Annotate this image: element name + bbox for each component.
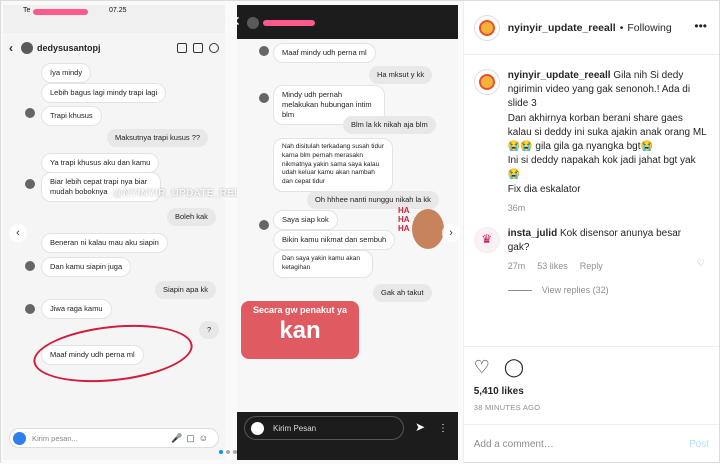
carousel-dot <box>233 450 237 454</box>
more-options-icon[interactable]: ⋮ <box>438 423 448 434</box>
status-label: Te <box>23 7 31 14</box>
left-chat-screenshot: Te 07.25 ‹ dedysusantopj Iya mindy Lebih… <box>3 5 225 460</box>
post-sidebar: nyinyir_update_reeall • Following ••• ny… <box>462 1 719 464</box>
avatar <box>259 46 269 56</box>
composer-placeholder: Kirim Pesan <box>273 423 317 433</box>
back-icon[interactable]: ‹ <box>9 41 13 55</box>
laughing-face-icon <box>412 209 444 249</box>
video-call-icon[interactable] <box>177 43 187 53</box>
post-header: nyinyir_update_reeall • Following <box>463 1 719 55</box>
sticker-line2: kan <box>279 317 321 344</box>
like-heart-icon[interactable]: ♡ <box>474 357 490 378</box>
avatar <box>25 304 35 314</box>
chat-message: Trapi khusus <box>41 106 102 127</box>
chat-message: Maksutnya trapi kusus ?? <box>107 129 209 148</box>
comment-bubble-icon[interactable]: ◯ <box>504 357 524 378</box>
instagram-post-window: Te 07.25 ‹ dedysusantopj Iya mindy Lebih… <box>0 0 720 464</box>
sticker-line1: Secara gw penakut ya <box>252 305 348 315</box>
chat-message: Maaf mindy udh perna ml <box>273 43 376 64</box>
post-button[interactable]: Post <box>689 439 709 450</box>
avatar[interactable] <box>473 14 500 41</box>
caption-username[interactable]: nyinyir_update_reeall <box>508 70 611 81</box>
post-actions: ♡ ◯ 5,410 likes 38 MINUTES AGO <box>463 346 719 412</box>
comment: ♛ insta_julid Kok disensor anunya besar … <box>464 213 719 255</box>
comment-meta: 27m 53 likes Reply <box>508 261 719 271</box>
redaction-mark <box>263 20 315 26</box>
post-media[interactable]: Te 07.25 ‹ dedysusantopj Iya mindy Lebih… <box>1 1 463 464</box>
chat-message: Gak ah takut <box>373 284 432 303</box>
reply-button[interactable]: Reply <box>580 261 603 271</box>
post-caption: nyinyir_update_reeall Gila nih Si dedy n… <box>464 55 719 197</box>
chat-message: Dan saya yakin kamu akan ketagihan <box>273 250 373 278</box>
chat-message: Lebih bagus lagi mindy trapi lagi <box>41 83 167 104</box>
chat-message: Siapin apa kk <box>155 281 217 300</box>
chat-message: Boleh kak <box>167 208 216 227</box>
info-icon[interactable] <box>209 43 219 53</box>
next-slide-icon[interactable]: › <box>442 224 460 242</box>
chat-message: Saya siap kok <box>273 210 338 231</box>
view-replies-button[interactable]: View replies (32) <box>507 285 719 296</box>
status-bar: Te 07.25 <box>3 5 225 19</box>
chat-message: Bikin kamu nikmat dan sembuh <box>273 230 396 251</box>
redaction-mark <box>33 9 88 15</box>
add-comment-bar: Add a comment… Post <box>463 424 719 464</box>
avatar <box>25 261 35 271</box>
chat-message: Dan kamu siapin juga <box>41 257 132 278</box>
avatar <box>259 93 269 103</box>
chat-message: Jiwa raga kamu <box>41 299 112 320</box>
caption-text: Gila nih Si dedy ngirimin video yang gak… <box>507 70 707 195</box>
following-button[interactable]: Following <box>627 22 671 34</box>
separator: • <box>619 21 624 34</box>
avatar[interactable]: ♛ <box>473 226 500 253</box>
like-comment-icon[interactable]: ♡ <box>697 258 705 269</box>
chat-message: Ya trapi khusus aku dan kamu <box>41 153 160 174</box>
chat-message: Iya mindy <box>41 63 92 84</box>
carousel-dot <box>226 450 230 454</box>
previous-slide-icon[interactable]: ‹ <box>9 224 27 242</box>
close-icon[interactable]: ✕ <box>229 13 241 30</box>
avatar <box>259 220 269 230</box>
camera-icon[interactable] <box>13 432 26 445</box>
avatar <box>25 179 35 189</box>
post-username[interactable]: nyinyir_update_reeall <box>508 22 616 34</box>
chat-header: ‹ dedysusantopj <box>3 35 225 61</box>
chat-message: Blm la kk nikah aja blm <box>343 116 436 135</box>
like-count[interactable]: 5,410 likes <box>474 386 709 397</box>
carousel-dot <box>219 450 223 454</box>
status-time: 07.25 <box>109 7 127 14</box>
composer-placeholder: Kirim pesan... <box>32 433 78 443</box>
camera-icon[interactable] <box>251 422 264 435</box>
send-icon[interactable]: ➤ <box>415 420 425 434</box>
caption-timestamp: 36m <box>507 202 526 213</box>
chat-message: Nah disitulah terkadang susah tidur karn… <box>273 138 393 192</box>
comment-input[interactable]: Add a comment… <box>474 439 554 450</box>
chat-header-name[interactable]: dedysusantopj <box>37 43 101 53</box>
chat-message: ? <box>199 321 220 340</box>
chat-message: Beneran ni kalau mau aku siapin <box>41 233 168 254</box>
avatar[interactable] <box>473 69 500 95</box>
avatar <box>247 17 259 29</box>
avatar <box>21 42 33 54</box>
message-composer[interactable]: Kirim pesan... 🎤▢☺ <box>9 428 219 448</box>
flag-icon[interactable] <box>193 43 203 53</box>
divider <box>507 289 532 291</box>
carousel-indicator <box>219 450 237 454</box>
composer-tools-icons[interactable]: 🎤▢☺ <box>171 433 212 444</box>
view-replies-label: View replies (32) <box>541 285 609 296</box>
comment-username[interactable]: insta_julid <box>508 228 557 239</box>
comment-timestamp: 27m <box>507 261 526 272</box>
comment-likes[interactable]: 53 likes <box>537 261 568 271</box>
haha-text: HA HA HA <box>398 206 410 233</box>
avatar <box>25 108 35 118</box>
post-timestamp: 38 MINUTES AGO <box>473 403 541 412</box>
message-composer[interactable]: Kirim Pesan <box>244 416 404 440</box>
chat-message: Ha mksut y kk <box>369 66 433 85</box>
more-options-icon[interactable]: ••• <box>694 19 707 33</box>
text-sticker: Secara gw penakut ya kan <box>241 301 359 359</box>
